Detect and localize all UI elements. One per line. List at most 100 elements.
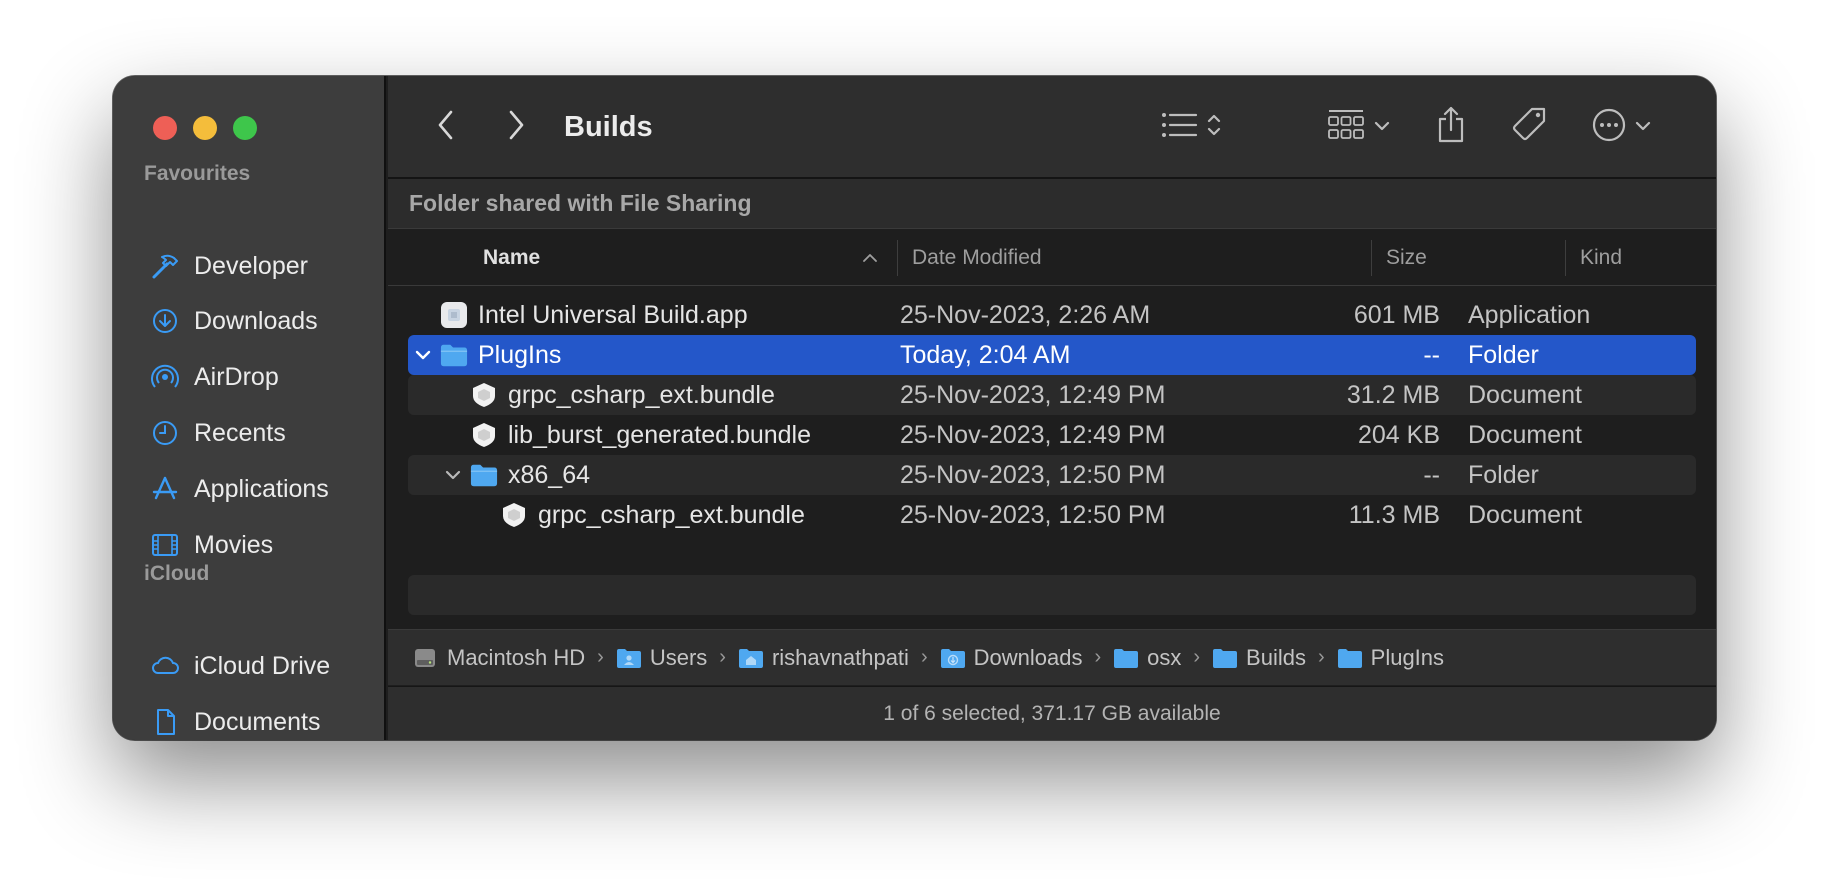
sidebar-item-label: Documents	[194, 707, 321, 736]
path-separator-icon: ›	[597, 646, 604, 668]
users-folder-icon	[616, 647, 642, 669]
sidebar-item-developer[interactable]: Developer	[149, 246, 308, 286]
share-button[interactable]	[1431, 76, 1471, 179]
kind-cell: Application	[1468, 300, 1591, 329]
table-row[interactable]: lib_burst_generated.bundle 25-Nov-2023, …	[408, 415, 1696, 455]
updown-chevron-icon	[1206, 110, 1222, 145]
path-item-macintosh-hd[interactable]: Macintosh HD	[413, 645, 585, 671]
disclosure-open-icon[interactable]	[414, 349, 432, 361]
column-size[interactable]: Size	[1386, 230, 1427, 286]
size-cell: --	[1423, 340, 1440, 369]
bundle-icon	[470, 381, 498, 409]
path-item-label: rishavnathpati	[771, 644, 909, 670]
column-name[interactable]: Name	[483, 230, 883, 286]
kind-cell: Document	[1468, 420, 1582, 449]
size-cell: 204 KB	[1357, 420, 1440, 449]
clock-icon	[149, 417, 181, 449]
path-separator-icon: ›	[1317, 646, 1325, 668]
table-row[interactable]: x86_64 25-Nov-2023, 12:50 PM -- Folder	[408, 455, 1696, 495]
action-button[interactable]	[1583, 76, 1658, 179]
name-cell: PlugIns	[414, 335, 561, 375]
grid-group-icon	[1326, 108, 1366, 147]
back-button[interactable]	[428, 76, 464, 179]
table-row-selected[interactable]: PlugIns Today, 2:04 AM -- Folder	[408, 335, 1696, 375]
main-pane: Builds Folder shared with File Sharing N…	[388, 76, 1716, 740]
path-item-home[interactable]: rishavnathpati	[738, 645, 909, 671]
folder-icon	[1337, 647, 1363, 669]
path-item-label: PlugIns	[1370, 644, 1445, 670]
path-item-plugins[interactable]: PlugIns	[1337, 645, 1444, 671]
column-separator[interactable]	[1371, 240, 1372, 276]
downloads-folder-icon	[940, 647, 966, 669]
column-separator[interactable]	[897, 240, 898, 276]
sidebar-item-label: iCloud Drive	[194, 651, 331, 680]
sidebar-item-airdrop[interactable]: AirDrop	[149, 357, 279, 397]
size-cell: 31.2 MB	[1346, 380, 1440, 409]
sidebar-item-downloads[interactable]: Downloads	[149, 301, 318, 341]
disk-icon	[413, 647, 439, 669]
zoom-button[interactable]	[233, 116, 257, 140]
table-row[interactable]: grpc_csharp_ext.bundle 25-Nov-2023, 12:5…	[408, 495, 1696, 535]
chevron-down-icon	[1374, 119, 1390, 137]
path-item-downloads[interactable]: Downloads	[940, 644, 1083, 671]
minimize-button[interactable]	[193, 116, 217, 140]
sidebar-item-label: Movies	[194, 530, 274, 559]
path-separator-icon: ›	[1094, 646, 1102, 668]
path-item-osx[interactable]: osx	[1113, 645, 1181, 671]
date-cell: 25-Nov-2023, 12:49 PM	[900, 420, 1166, 449]
film-icon	[149, 529, 181, 561]
folder-icon	[470, 461, 498, 489]
sidebar-item-icloud-drive[interactable]: iCloud Drive	[149, 646, 330, 686]
close-button[interactable]	[153, 116, 177, 140]
status-text: 1 of 6 selected, 371.17 GB available	[883, 701, 1221, 725]
sidebar-item-applications[interactable]: Applications	[149, 469, 329, 509]
file-name: grpc_csharp_ext.bundle	[508, 380, 775, 409]
column-separator[interactable]	[1565, 240, 1566, 276]
file-name: lib_burst_generated.bundle	[508, 420, 812, 449]
path-item-label: Downloads	[973, 644, 1083, 670]
status-bar: 1 of 6 selected, 371.17 GB available	[388, 686, 1716, 740]
column-date[interactable]: Date Modified	[912, 230, 1042, 286]
sidebar-item-documents[interactable]: Documents	[149, 702, 320, 740]
download-circle-icon	[149, 305, 181, 337]
bundle-icon	[500, 501, 528, 529]
date-cell: 25-Nov-2023, 12:49 PM	[900, 380, 1166, 409]
chevron-left-icon	[435, 108, 457, 147]
file-name: grpc_csharp_ext.bundle	[538, 500, 805, 529]
favourites-heading: Favourites	[144, 162, 251, 185]
share-icon	[1435, 105, 1467, 150]
kind-cell: Folder	[1468, 340, 1539, 369]
sidebar-item-recents[interactable]: Recents	[149, 413, 286, 453]
table-row[interactable]: grpc_csharp_ext.bundle 25-Nov-2023, 12:4…	[408, 375, 1696, 415]
column-kind[interactable]: Kind	[1580, 230, 1622, 286]
icloud-heading: iCloud	[144, 562, 210, 585]
date-cell: 25-Nov-2023, 12:50 PM	[900, 500, 1166, 529]
group-button[interactable]	[1318, 76, 1398, 179]
name-cell: grpc_csharp_ext.bundle	[500, 495, 805, 535]
column-date-label: Date Modified	[912, 246, 1042, 269]
sidebar-item-label: Developer	[194, 251, 308, 280]
window-title-text: Builds	[564, 111, 653, 143]
sidebar-item-movies[interactable]: Movies	[149, 525, 273, 565]
tags-button[interactable]	[1508, 76, 1552, 179]
date-cell: 25-Nov-2023, 2:26 AM	[900, 300, 1151, 329]
table-row[interactable]: Intel Universal Build.app 25-Nov-2023, 2…	[408, 295, 1696, 335]
path-item-label: Builds	[1246, 644, 1306, 670]
column-header: Name Date Modified Size Kind	[388, 230, 1716, 286]
forward-button[interactable]	[498, 76, 534, 179]
cloud-icon	[149, 650, 181, 682]
sidebar-item-label: AirDrop	[194, 362, 279, 391]
size-cell: 601 MB	[1353, 300, 1440, 329]
path-separator-icon: ›	[920, 646, 928, 668]
view-mode-button[interactable]	[1153, 76, 1228, 179]
folder-icon	[1212, 647, 1238, 669]
folder-icon	[1113, 647, 1139, 669]
traffic-lights	[153, 116, 257, 140]
path-separator-icon: ›	[1193, 646, 1201, 668]
home-folder-icon	[738, 647, 764, 669]
path-item-users[interactable]: Users	[616, 645, 707, 671]
document-icon	[149, 706, 181, 738]
bundle-icon	[470, 421, 498, 449]
disclosure-open-icon[interactable]	[444, 469, 462, 481]
path-item-builds[interactable]: Builds	[1212, 645, 1306, 671]
